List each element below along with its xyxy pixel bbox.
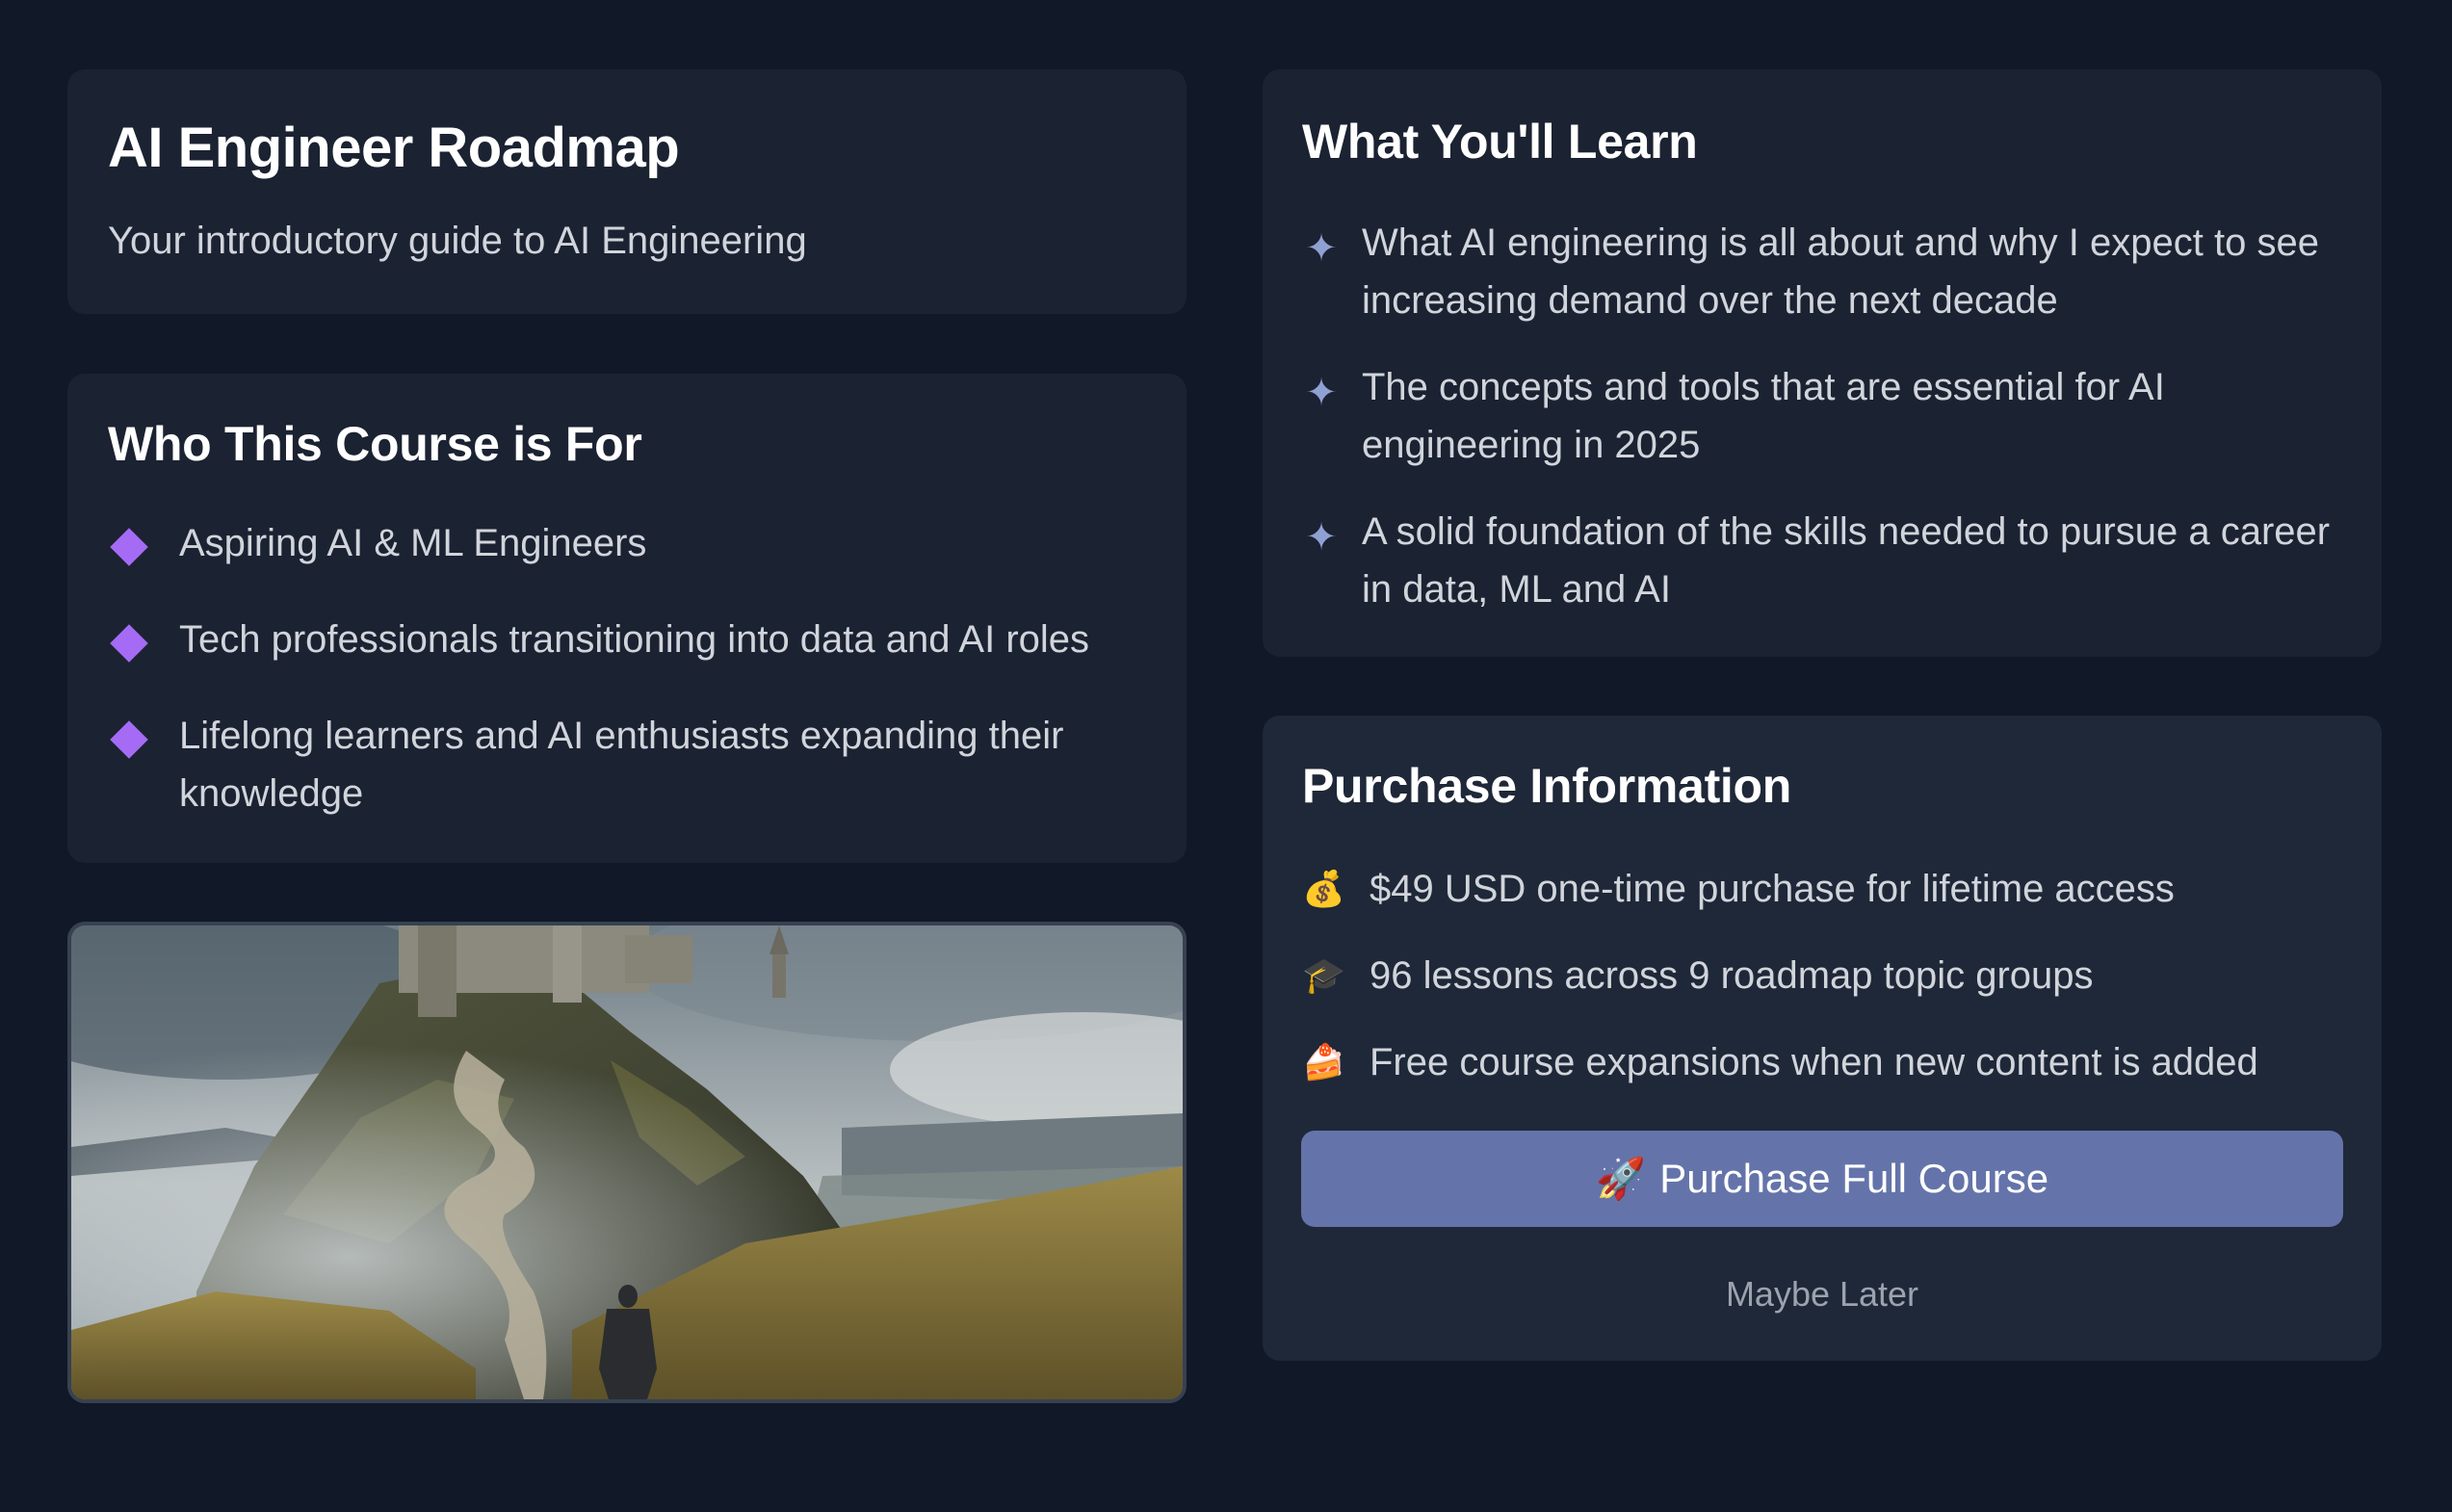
- graduation-cap-icon: 🎓: [1302, 955, 1345, 995]
- learn-card: What You'll Learn ✦ What AI engineering …: [1263, 69, 2382, 657]
- audience-list: Aspiring AI & ML Engineers Tech professi…: [108, 514, 1148, 822]
- purchase-title: Purchase Information: [1302, 759, 1791, 813]
- audience-item-text: Tech professionals transitioning into da…: [179, 618, 1090, 661]
- audience-item: Tech professionals transitioning into da…: [108, 611, 1148, 668]
- hero-image: [67, 922, 1187, 1403]
- audience-card: Who This Course is For Aspiring AI & ML …: [67, 374, 1187, 863]
- course-page: AI Engineer Roadmap Your introductory gu…: [0, 0, 2452, 1512]
- sparkle-icon: ✦: [1305, 372, 1338, 414]
- purchase-list: 💰 $49 USD one-time purchase for lifetime…: [1302, 860, 2343, 1091]
- purchase-item: 🎓 96 lessons across 9 roadmap topic grou…: [1302, 947, 2343, 1004]
- learn-item-text: What AI engineering is all about and why…: [1362, 222, 2319, 322]
- purchase-full-course-button[interactable]: 🚀 Purchase Full Course: [1301, 1131, 2343, 1227]
- purchase-item-text: Free course expansions when new content …: [1369, 1041, 2258, 1083]
- diamond-icon: [110, 528, 148, 566]
- sparkle-icon: ✦: [1305, 227, 1338, 270]
- purchase-item-text: $49 USD one-time purchase for lifetime a…: [1369, 868, 2175, 910]
- learn-title: What You'll Learn: [1302, 115, 1698, 169]
- money-bag-icon: 💰: [1302, 869, 1345, 908]
- learn-item-text: A solid foundation of the skills needed …: [1362, 510, 2331, 611]
- learn-item-text: The concepts and tools that are essentia…: [1362, 366, 2165, 466]
- sparkle-icon: ✦: [1305, 516, 1338, 559]
- purchase-item: 🍰 Free course expansions when new conten…: [1302, 1033, 2343, 1091]
- learn-item: ✦ A solid foundation of the skills neede…: [1302, 503, 2343, 618]
- castle-landscape-illustration: [71, 925, 1183, 1399]
- audience-item: Aspiring AI & ML Engineers: [108, 514, 1148, 572]
- rocket-icon: 🚀: [1595, 1155, 1647, 1201]
- learn-item: ✦ The concepts and tools that are essent…: [1302, 358, 2343, 474]
- maybe-later-link[interactable]: Maybe Later: [1263, 1274, 2382, 1315]
- cake-icon: 🍰: [1302, 1042, 1345, 1082]
- diamond-icon: [110, 624, 148, 663]
- page-subtitle: Your introductory guide to AI Engineerin…: [108, 220, 807, 262]
- audience-title: Who This Course is For: [108, 417, 642, 471]
- audience-item-text: Lifelong learners and AI enthusiasts exp…: [179, 715, 1064, 815]
- learn-list: ✦ What AI engineering is all about and w…: [1302, 214, 2343, 618]
- title-card: AI Engineer Roadmap Your introductory gu…: [67, 69, 1187, 314]
- purchase-item-text: 96 lessons across 9 roadmap topic groups: [1369, 954, 2094, 997]
- purchase-card: Purchase Information 💰 $49 USD one-time …: [1263, 716, 2382, 1361]
- page-title: AI Engineer Roadmap: [108, 117, 680, 179]
- learn-item: ✦ What AI engineering is all about and w…: [1302, 214, 2343, 329]
- purchase-button-label: Purchase Full Course: [1659, 1156, 2049, 1201]
- audience-item: Lifelong learners and AI enthusiasts exp…: [108, 707, 1148, 822]
- diamond-icon: [110, 720, 148, 759]
- purchase-item: 💰 $49 USD one-time purchase for lifetime…: [1302, 860, 2343, 918]
- audience-item-text: Aspiring AI & ML Engineers: [179, 522, 647, 564]
